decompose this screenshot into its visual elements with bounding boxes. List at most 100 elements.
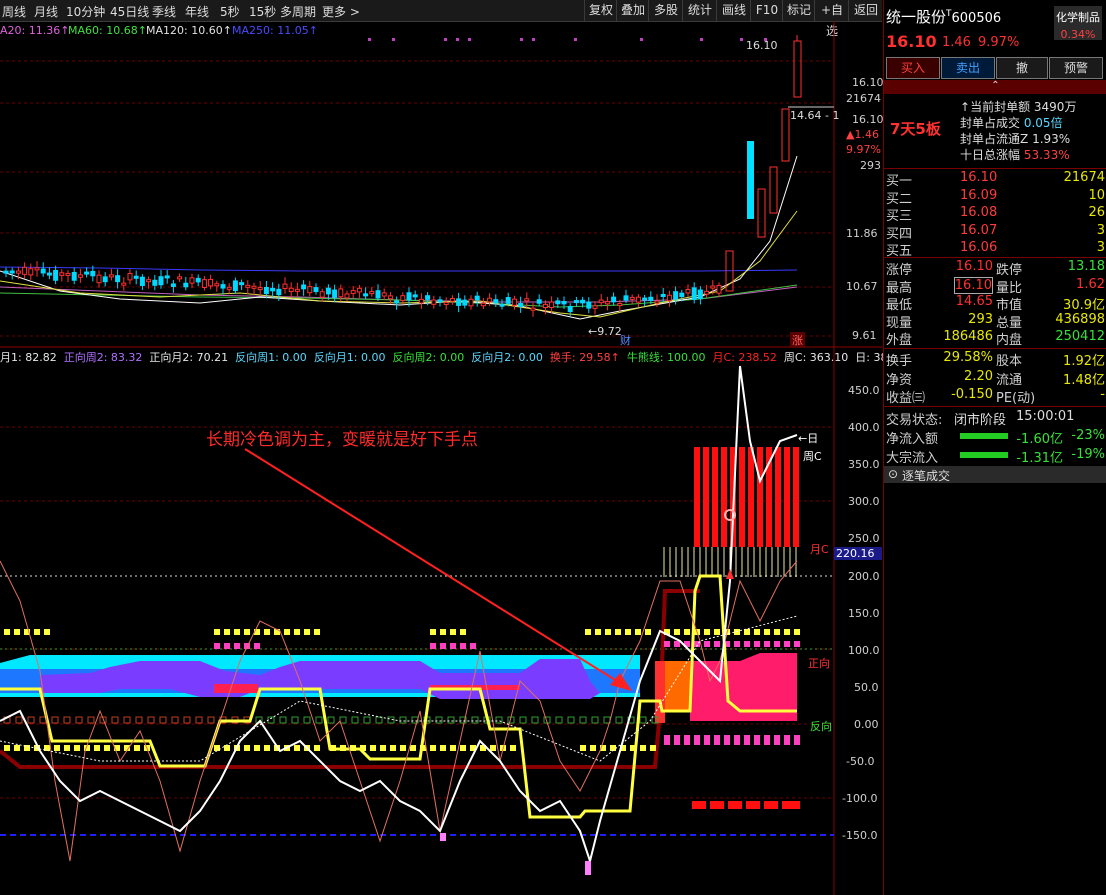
stats-row: 净资 2.20 流通 1.48亿 [884,369,1106,388]
period-quarter[interactable]: 季线 [152,3,176,20]
sell-button[interactable]: 卖出 [941,57,995,79]
candle [580,299,586,304]
sector-badge[interactable]: 化学制品 0.34% [1054,6,1102,41]
bid-row[interactable]: 买五 16.06 3 [884,240,1106,259]
indicator-legend-item: 换手: 29.58↑ [549,351,620,364]
bid-row[interactable]: 买四 16.07 3 [884,222,1106,242]
candle [40,268,46,274]
candle [195,277,201,283]
candle [518,303,524,307]
seal-label: 封单占流通Z [960,132,1029,146]
candle [555,300,561,305]
stat-label: 股本 [996,354,1023,369]
axis-label: 100.0 [848,644,880,657]
stock-name: 统一股份T600506 [886,6,1001,27]
candle [201,279,207,288]
seal-value: 53.33% [1023,148,1070,162]
period-5sec[interactable]: 5秒 [220,3,240,20]
candle [673,291,679,300]
candle [542,303,548,308]
period-multi[interactable]: 多周期 [280,3,316,20]
flow-bar [960,433,1008,439]
candle [524,298,530,302]
period-week[interactable]: 周线 [2,3,26,20]
bid-volume: 21674 [1063,170,1105,185]
candle [96,274,102,284]
flow-label: 大宗流入 [886,450,939,466]
stat-value: 14.65 [955,294,993,309]
stat-value: 29.58% [943,350,993,365]
stat-value: -0.150 [951,387,993,402]
stats-row: 换手 29.58% 股本 1.92亿 [884,350,1106,369]
stat-value: 16.10 [955,259,993,274]
candle [90,270,96,277]
limit-up-tag[interactable]: 涨 [790,332,805,348]
candle [251,285,257,289]
bid-row[interactable]: 买一 16.10 21674 [884,170,1106,189]
candle [257,287,263,291]
more-menu[interactable]: 更多 > [322,3,360,20]
candle [239,282,245,286]
ma60-legend: MA60: 10.68↑ [68,24,147,37]
candle [214,283,220,287]
stat-value: 436898 [1055,311,1105,327]
overlay-button[interactable]: 叠加 [616,0,649,21]
period-10min[interactable]: 10分钟 [66,3,105,20]
candle [586,301,592,309]
candle [152,279,158,286]
candle [319,291,325,298]
stat-label: PE(动) [996,391,1036,406]
period-15sec[interactable]: 15秒 [249,3,276,20]
flow-pct: -19% [1071,446,1105,462]
add-watchlist-button[interactable]: +自选 [814,0,849,38]
period-45day[interactable]: 45日线 [110,3,149,20]
ma20-legend: A20: 11.36↑ [0,24,70,37]
price-change-pct: 9.97% [978,35,1020,50]
candle [288,287,294,292]
alert-button[interactable]: 预警 [1049,57,1103,79]
bid-row[interactable]: 买二 16.09 10 [884,188,1106,207]
red-dash-row [692,801,800,809]
mark-button[interactable]: 标记 [782,0,815,21]
period-month[interactable]: 月线 [34,3,58,20]
bid-volume: 3 [1096,240,1105,255]
candle [697,289,703,300]
stat-label: 涨停 [886,263,913,278]
multi-stock-button[interactable]: 多股 [648,0,683,21]
back-button[interactable]: 返回 [848,0,883,21]
candle [121,282,127,286]
buy-button[interactable]: 买入 [886,57,940,79]
collapse-toggle[interactable]: ⌃ [884,80,1106,94]
finance-tag[interactable]: 财 [620,332,631,348]
draw-line-button[interactable]: 画线 [716,0,751,21]
stat-value: 1.48亿 [1063,372,1105,388]
period-year[interactable]: 年线 [185,3,209,20]
bid-label: 买二 [886,191,913,207]
candle [666,294,672,302]
candle [363,293,369,297]
candle [431,299,437,305]
bid-volume: 3 [1096,222,1105,238]
tick-trades-header[interactable]: ⊙ 逐笔成交 [884,466,1106,483]
candle [15,270,21,274]
bid-row[interactable]: 买三 16.08 26 [884,205,1106,224]
stock-code: 600506 [951,11,1002,26]
stat-value: 1.92亿 [1063,354,1105,369]
axis-label: 293 [860,159,881,172]
flow-value: -1.60亿 [1016,432,1063,447]
stats-button[interactable]: 统计 [682,0,717,21]
candle [381,292,387,297]
indicator-legend-item: 反向月2: 0.00 [471,351,543,364]
chart-area[interactable]: A20: 11.36↑ MA60: 10.68↑ MA120: 10.60↑ M… [0,21,895,895]
tick-trades-label: 逐笔成交 [902,469,951,483]
cancel-order-button[interactable]: 撤 [996,57,1048,79]
stats-row: 现量 293 总量 436898 [884,311,1106,331]
candle [158,276,164,286]
stat-value: 186486 [943,329,993,344]
f10-button[interactable]: F10 [750,0,783,21]
candle [301,284,307,290]
fuquan-button[interactable]: 复权 [584,0,617,21]
flow-value: -1.31亿 [1016,450,1063,466]
candle [530,307,536,311]
candle [313,287,319,293]
